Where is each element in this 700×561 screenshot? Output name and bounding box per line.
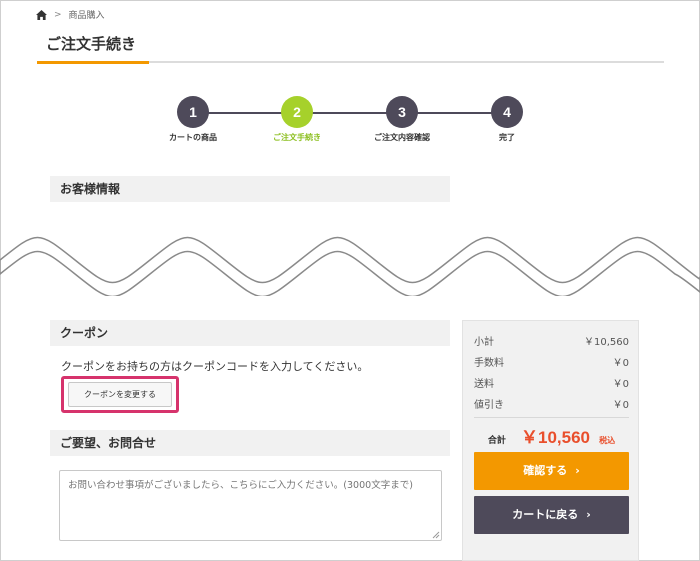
change-coupon-button[interactable]: クーポンを変更する [68, 382, 172, 407]
step-label: 完了 [499, 133, 515, 142]
summary-label: 値引き [474, 400, 504, 411]
coupon-section-header: クーポン [50, 320, 450, 346]
step-label: ご注文内容確認 [374, 133, 430, 142]
resize-grip-icon[interactable] [432, 531, 440, 539]
step-label: カートの商品 [169, 133, 217, 142]
total-value: ￥10,560 [521, 428, 590, 447]
summary-total: 合計 ￥10,560 税込 [463, 423, 640, 448]
summary-row-subtotal: 小計 ￥10,560 [474, 333, 629, 348]
order-summary-panel: 小計 ￥10,560 手数料 ￥0 送料 ￥0 値引き ￥0 合計 ￥10,56… [462, 320, 639, 561]
summary-label: 小計 [474, 337, 494, 348]
breadcrumb-current: 商品購入 [68, 11, 105, 21]
step-cart: 1 カートの商品 [143, 96, 243, 143]
summary-divider [474, 417, 629, 418]
confirm-button-label: 確認する [523, 464, 568, 477]
progress-steps: 1 カートの商品 2 ご注文手続き 3 ご注文内容確認 4 完了 [150, 96, 550, 156]
step-circle: 2 [281, 96, 313, 128]
coupon-description: クーポンをお持ちの方はクーポンコードを入力してください。 [61, 360, 369, 373]
title-underline-accent [37, 61, 149, 64]
summary-row-discount: 値引き ￥0 [474, 396, 629, 411]
page-title: ご注文手続き [46, 35, 137, 53]
step-circle: 3 [386, 96, 418, 128]
total-label: 合計 [487, 436, 506, 446]
back-button-label: カートに戻る [512, 508, 579, 521]
summary-row-fee: 手数料 ￥0 [474, 354, 629, 369]
tax-note: 税込 [599, 436, 616, 445]
chevron-right-icon: › [575, 464, 580, 477]
inquiry-textarea[interactable] [59, 470, 442, 541]
summary-label: 送料 [474, 379, 494, 390]
summary-value: ￥0 [612, 400, 629, 411]
back-to-cart-button[interactable]: カートに戻る › [474, 496, 629, 534]
inquiry-section-header: ご要望、お問合せ [50, 430, 450, 456]
summary-value: ￥10,560 [584, 337, 629, 348]
home-icon[interactable] [36, 9, 47, 20]
summary-row-shipping: 送料 ￥0 [474, 375, 629, 390]
customer-section-header: お客様情報 [50, 176, 450, 202]
content-cut-wave [0, 236, 700, 296]
chevron-right-icon: › [586, 508, 591, 521]
breadcrumb-separator: > [54, 9, 62, 20]
confirm-button[interactable]: 確認する › [474, 452, 629, 490]
summary-value: ￥0 [612, 358, 629, 369]
step-order: 2 ご注文手続き [247, 96, 347, 143]
step-confirm: 3 ご注文内容確認 [352, 96, 452, 143]
summary-label: 手数料 [474, 358, 504, 369]
step-circle: 1 [177, 96, 209, 128]
step-label: ご注文手続き [273, 133, 321, 142]
step-circle: 4 [491, 96, 523, 128]
step-complete: 4 完了 [457, 96, 557, 143]
breadcrumb: > 商品購入 [36, 8, 105, 21]
summary-value: ￥0 [612, 379, 629, 390]
